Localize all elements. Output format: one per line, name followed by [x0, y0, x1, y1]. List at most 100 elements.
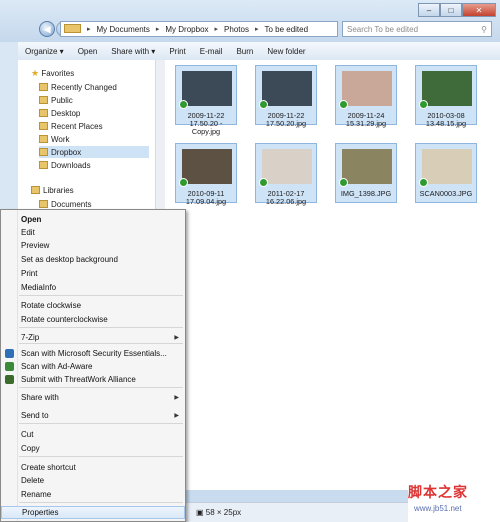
menu-item-label: Create shortcut: [21, 463, 76, 472]
navigation-pane: ★ Favorites Recently Changed Public Deskto…: [18, 60, 156, 220]
menu-item-label: Preview: [21, 241, 50, 250]
image-preview: [342, 71, 392, 106]
menu-item[interactable]: Rotate counterclockwise: [1, 313, 185, 326]
breadcrumb-separator-icon[interactable]: ▸: [84, 25, 94, 33]
folder-icon: [39, 161, 48, 169]
menu-item[interactable]: Scan with Microsoft Security Essentials.…: [1, 347, 185, 360]
menu-item[interactable]: Print: [1, 267, 185, 280]
nav-item[interactable]: Recent Places: [39, 120, 149, 132]
menu-item[interactable]: Rename: [1, 488, 185, 501]
nav-item[interactable]: Recently Changed: [39, 81, 149, 93]
open-button[interactable]: Open: [71, 47, 105, 56]
nav-item[interactable]: Downloads: [39, 159, 149, 171]
menu-item[interactable]: Submit with ThreatWork Alliance: [1, 373, 185, 386]
print-button[interactable]: Print: [162, 47, 192, 56]
image-preview: [262, 71, 312, 106]
menu-item-label: 7-Zip: [21, 333, 40, 342]
menu-item-label: Edit: [21, 228, 35, 237]
menu-item-label: Scan with Microsoft Security Essentials.…: [21, 349, 167, 358]
organize-button[interactable]: Organize ▾: [18, 47, 71, 56]
breadcrumb-separator-icon[interactable]: ▸: [212, 25, 222, 33]
maximize-button[interactable]: □: [440, 3, 462, 17]
email-button[interactable]: E-mail: [193, 47, 230, 56]
image-preview: [182, 71, 232, 106]
folder-icon: [39, 96, 48, 104]
breadcrumb-separator-icon[interactable]: ▸: [153, 25, 163, 33]
new-folder-button[interactable]: New folder: [260, 47, 312, 56]
nav-item[interactable]: Work: [39, 133, 149, 145]
search-input[interactable]: Search To be edited ⚲: [342, 21, 492, 37]
nav-item-label: Work: [51, 134, 70, 144]
menu-item[interactable]: Scan with Ad-Aware: [1, 360, 185, 373]
breadcrumb-item[interactable]: My Dropbox: [162, 25, 211, 34]
nav-item[interactable]: Dropbox: [39, 146, 149, 158]
folder-icon: [39, 135, 48, 143]
search-placeholder: Search To be edited: [347, 24, 419, 34]
menu-item[interactable]: Set as desktop background: [1, 253, 185, 266]
back-arrow-icon: ◀: [43, 23, 51, 34]
context-menu: Open Edit Preview Set as desktop background…: [0, 209, 186, 522]
nav-item[interactable]: Desktop: [39, 107, 149, 119]
menu-item[interactable]: Delete: [1, 474, 185, 487]
file-name[interactable]: IMG_1398.JPG: [326, 190, 406, 198]
menu-item[interactable]: Copy: [1, 442, 185, 455]
watermark-url: www.jb51.net: [414, 504, 462, 513]
menu-item[interactable]: Share with ▶: [1, 391, 185, 404]
menu-separator: [19, 343, 183, 344]
menu-separator: [19, 423, 183, 424]
menu-item[interactable]: Send to ▶: [1, 409, 185, 422]
menu-item[interactable]: Preview: [1, 239, 185, 252]
menu-separator: [19, 387, 183, 388]
nav-item[interactable]: Public: [39, 94, 149, 106]
menu-item[interactable]: Cut: [1, 428, 185, 441]
breadcrumb-item[interactable]: Photos: [221, 25, 252, 34]
file-name[interactable]: 2009-11-24 15.31.29.jpg: [326, 112, 406, 128]
nav-item-label: Recently Changed: [51, 82, 117, 92]
nav-item-label: Recent Places: [51, 121, 103, 131]
menu-item[interactable]: Create shortcut: [1, 461, 185, 474]
share-with-button[interactable]: Share with ▾: [104, 47, 162, 56]
favorites-header[interactable]: ★ Favorites: [31, 67, 74, 79]
sync-check-icon: [339, 178, 348, 187]
file-name[interactable]: SCAN0003.JPG: [406, 190, 486, 198]
minimize-button[interactable]: –: [418, 3, 440, 17]
menu-item[interactable]: MediaInfo: [1, 281, 185, 294]
menu-item[interactable]: Properties: [1, 506, 185, 519]
menu-item[interactable]: Rotate clockwise: [1, 299, 185, 312]
folder-icon: [39, 109, 48, 117]
sync-check-icon: [419, 178, 428, 187]
favorites-label: Favorites: [41, 68, 75, 78]
file-name[interactable]: 2009-11-22 17.50.20 - Copy.jpg: [166, 112, 246, 136]
close-button[interactable]: ✕: [462, 3, 496, 17]
menu-item[interactable]: Open: [1, 213, 185, 226]
file-name[interactable]: 2010-09-11 17.09.04.jpg: [166, 190, 246, 206]
folder-icon: [39, 83, 48, 91]
file-name[interactable]: 2011-02-17 16.22.06.jpg: [246, 190, 326, 206]
file-name-line: SCAN0003.JPG: [419, 189, 473, 198]
menu-item-label: Print: [21, 269, 38, 278]
image-preview: [422, 149, 472, 184]
star-icon: ★: [31, 67, 40, 78]
file-name-line: 16.22.06.jpg: [265, 197, 307, 206]
dimensions-icon: ▣: [196, 508, 206, 517]
sync-check-icon: [179, 100, 188, 109]
breadcrumb-separator-icon[interactable]: ▸: [252, 25, 262, 33]
back-button[interactable]: ◀: [39, 21, 55, 37]
burn-button[interactable]: Burn: [229, 47, 260, 56]
menu-item-icon: [5, 362, 14, 371]
menu-item-label: Submit with ThreatWork Alliance: [21, 375, 136, 384]
submenu-arrow-icon: ▶: [174, 335, 179, 341]
breadcrumb-item[interactable]: My Documents: [94, 25, 153, 34]
nav-item-label: Public: [51, 95, 73, 105]
menu-item[interactable]: Edit: [1, 226, 185, 239]
file-name[interactable]: 2010-03-08 13.48.15.jpg: [406, 112, 486, 128]
file-name[interactable]: 2009-11-22 17.50.20.jpg: [246, 112, 326, 128]
address-bar[interactable]: ▸ My Documents ▸ My Dropbox ▸ Photos ▸ To be ed…: [60, 21, 338, 37]
menu-item-label: Set as desktop background: [21, 255, 118, 264]
file-name-line: 13.48.15.jpg: [425, 119, 467, 128]
libraries-header[interactable]: Libraries: [31, 184, 74, 196]
breadcrumb-item[interactable]: To be edited: [261, 25, 311, 34]
watermark-text: 脚本之家: [408, 484, 468, 500]
image-preview: [262, 149, 312, 184]
menu-item-label: Scan with Ad-Aware: [21, 362, 93, 371]
